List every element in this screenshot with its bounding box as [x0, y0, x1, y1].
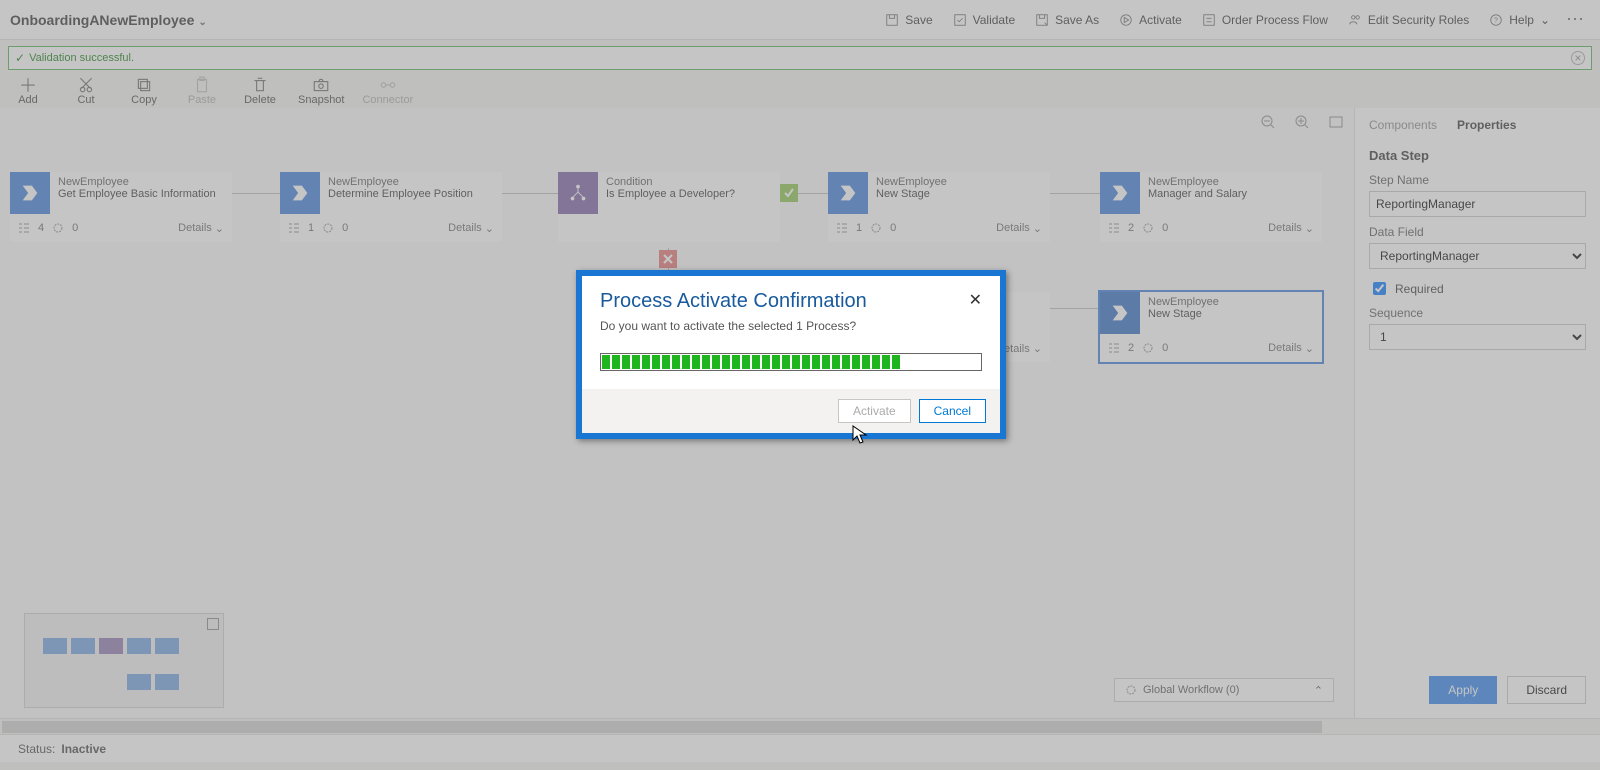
dialog-activate-button: Activate: [838, 399, 911, 423]
activate-confirmation-dialog: Process Activate Confirmation ✕ Do you w…: [576, 270, 1006, 439]
dialog-cancel-button[interactable]: Cancel: [919, 399, 986, 423]
close-icon[interactable]: ✕: [969, 290, 982, 313]
dialog-title: Process Activate Confirmation: [600, 290, 867, 313]
progress-bar: [600, 353, 982, 371]
dialog-subtitle: Do you want to activate the selected 1 P…: [582, 319, 1000, 343]
